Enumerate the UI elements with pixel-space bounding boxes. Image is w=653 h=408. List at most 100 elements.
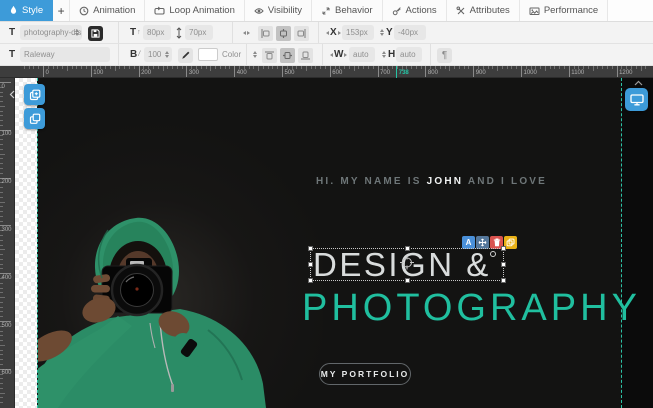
resize-handle-sw[interactable] bbox=[308, 278, 313, 283]
collapse-panel-arrow[interactable] bbox=[9, 89, 17, 99]
line-height-value: 70px bbox=[189, 28, 206, 37]
toolbar-divider bbox=[430, 44, 431, 65]
paragraph-settings-button[interactable]: ¶ bbox=[437, 48, 452, 63]
diagonal-arrows-icon bbox=[321, 6, 331, 16]
font-weight-stepper[interactable]: 100 bbox=[144, 47, 172, 62]
image-icon bbox=[529, 6, 540, 16]
line-height-icon bbox=[176, 22, 182, 43]
font-style-select[interactable]: photography-disp bbox=[20, 25, 82, 40]
selection-box[interactable]: DESIGN & bbox=[310, 248, 504, 281]
resize-handle-n[interactable] bbox=[405, 246, 410, 251]
valign-bottom-icon bbox=[300, 50, 311, 61]
typography-toolbar: T photography-disp T↑ 80px 70px X 153px … bbox=[0, 22, 653, 44]
font-size-input[interactable]: 80px bbox=[143, 25, 171, 40]
text-tool-label: T bbox=[9, 22, 15, 43]
save-font-style-button[interactable] bbox=[88, 26, 103, 41]
resize-handle-ne[interactable] bbox=[501, 246, 506, 251]
ruler-collapse-chevron[interactable] bbox=[630, 78, 646, 88]
monitor-icon bbox=[630, 94, 644, 106]
duplicate-slide-icon bbox=[29, 113, 41, 125]
tab-actions[interactable]: Actions bbox=[383, 0, 447, 21]
duplicate-slide-button[interactable] bbox=[24, 108, 45, 129]
eye-icon bbox=[254, 6, 264, 16]
hero-photo[interactable] bbox=[38, 118, 323, 408]
resize-handle-w[interactable] bbox=[308, 262, 313, 267]
ruler-position-marker[interactable] bbox=[396, 66, 397, 78]
font-family-value: Raleway bbox=[24, 50, 55, 59]
tools-icon bbox=[456, 6, 466, 16]
copy-icon bbox=[506, 238, 515, 247]
rotate-handle[interactable] bbox=[490, 251, 496, 257]
h-ruler[interactable]: 0100200300400500600700800900100011001200… bbox=[0, 66, 653, 78]
align-right-button[interactable] bbox=[294, 26, 309, 41]
font-size-label: T↑ bbox=[130, 22, 141, 43]
pen-icon bbox=[181, 50, 191, 60]
height-label: H bbox=[382, 44, 395, 65]
font-weight-value: 100 bbox=[148, 50, 161, 59]
workspace: 0100200300400500600700800900100011001200… bbox=[0, 66, 653, 408]
kicker-pre: HI. MY NAME IS bbox=[316, 176, 422, 187]
tab-behavior[interactable]: Behavior bbox=[312, 0, 383, 21]
tab-performance[interactable]: Performance bbox=[520, 0, 608, 21]
font-family-label: T bbox=[9, 44, 15, 65]
tab-add[interactable]: + bbox=[53, 0, 70, 21]
tab-label: Animation bbox=[93, 5, 135, 16]
anchor-crosshair[interactable] bbox=[399, 254, 415, 275]
font-weight-label: B/ bbox=[130, 44, 140, 65]
slide-canvas[interactable]: HI. MY NAME IS JOHN AND I LOVE A DESIGN … bbox=[37, 78, 622, 408]
valign-top-button[interactable] bbox=[262, 48, 277, 63]
y-position-value: -40px bbox=[398, 28, 418, 37]
height-input[interactable]: auto bbox=[396, 47, 422, 62]
color-picker-pen-button[interactable] bbox=[178, 48, 193, 63]
preview-button[interactable] bbox=[625, 88, 648, 111]
y-position-input[interactable]: -40px bbox=[394, 25, 426, 40]
color-swatch[interactable] bbox=[198, 48, 218, 61]
v-ruler[interactable]: 0100200300400500600 bbox=[0, 78, 15, 408]
resize-handle-nw[interactable] bbox=[308, 246, 313, 251]
heading-photography[interactable]: PHOTOGRAPHY bbox=[302, 287, 641, 330]
kicker-post: AND I LOVE bbox=[468, 176, 547, 187]
x-position-input[interactable]: 153px bbox=[342, 25, 374, 40]
valign-top-icon bbox=[264, 50, 275, 61]
tab-bar-spacer bbox=[608, 0, 653, 21]
width-value: auto bbox=[353, 50, 369, 59]
key-icon bbox=[392, 6, 402, 16]
align-right-icon bbox=[296, 28, 307, 39]
vertical-spacing-icon bbox=[253, 44, 257, 65]
color-label: Color bbox=[222, 44, 241, 65]
align-left-button[interactable] bbox=[258, 26, 273, 41]
line-height-input[interactable]: 70px bbox=[185, 25, 213, 40]
resize-handle-se[interactable] bbox=[501, 278, 506, 283]
toolbar-divider bbox=[318, 22, 319, 43]
ruler-position-value: 738 bbox=[399, 70, 409, 76]
height-value: auto bbox=[400, 50, 416, 59]
tab-loop-animation[interactable]: Loop Animation bbox=[145, 0, 245, 21]
tab-animation[interactable]: Animation bbox=[70, 0, 145, 21]
my-portfolio-button[interactable]: MY PORTFOLIO bbox=[319, 363, 411, 385]
font-size-value: 80px bbox=[147, 28, 164, 37]
stepper-arrows-icon bbox=[75, 25, 79, 40]
kicker-text[interactable]: HI. MY NAME IS JOHN AND I LOVE bbox=[316, 176, 547, 187]
stepper-arrows-icon bbox=[165, 47, 169, 62]
valign-middle-button[interactable] bbox=[280, 48, 295, 63]
valign-bottom-button[interactable] bbox=[298, 48, 313, 63]
resize-handle-s[interactable] bbox=[405, 278, 410, 283]
tab-attributes[interactable]: Attributes bbox=[447, 0, 520, 21]
resize-handle-e[interactable] bbox=[501, 262, 506, 267]
add-slide-button[interactable] bbox=[24, 84, 45, 105]
toolbar-divider bbox=[322, 44, 323, 65]
tab-bar: Style + Animation Loop Animation Visibil… bbox=[0, 0, 653, 22]
tab-visibility[interactable]: Visibility bbox=[245, 0, 312, 21]
valign-middle-icon bbox=[282, 50, 293, 61]
tab-label: Style bbox=[22, 5, 43, 16]
toolbar-divider bbox=[118, 22, 119, 43]
align-center-button[interactable] bbox=[276, 26, 291, 41]
style-drop-icon bbox=[9, 5, 18, 16]
toolbar-divider bbox=[246, 44, 247, 65]
loop-icon bbox=[154, 6, 165, 16]
width-input[interactable]: auto bbox=[349, 47, 375, 62]
clock-icon bbox=[79, 6, 89, 16]
toolbar-divider bbox=[232, 22, 233, 43]
tab-style[interactable]: Style bbox=[0, 0, 53, 21]
font-family-input[interactable]: Raleway bbox=[20, 47, 110, 62]
